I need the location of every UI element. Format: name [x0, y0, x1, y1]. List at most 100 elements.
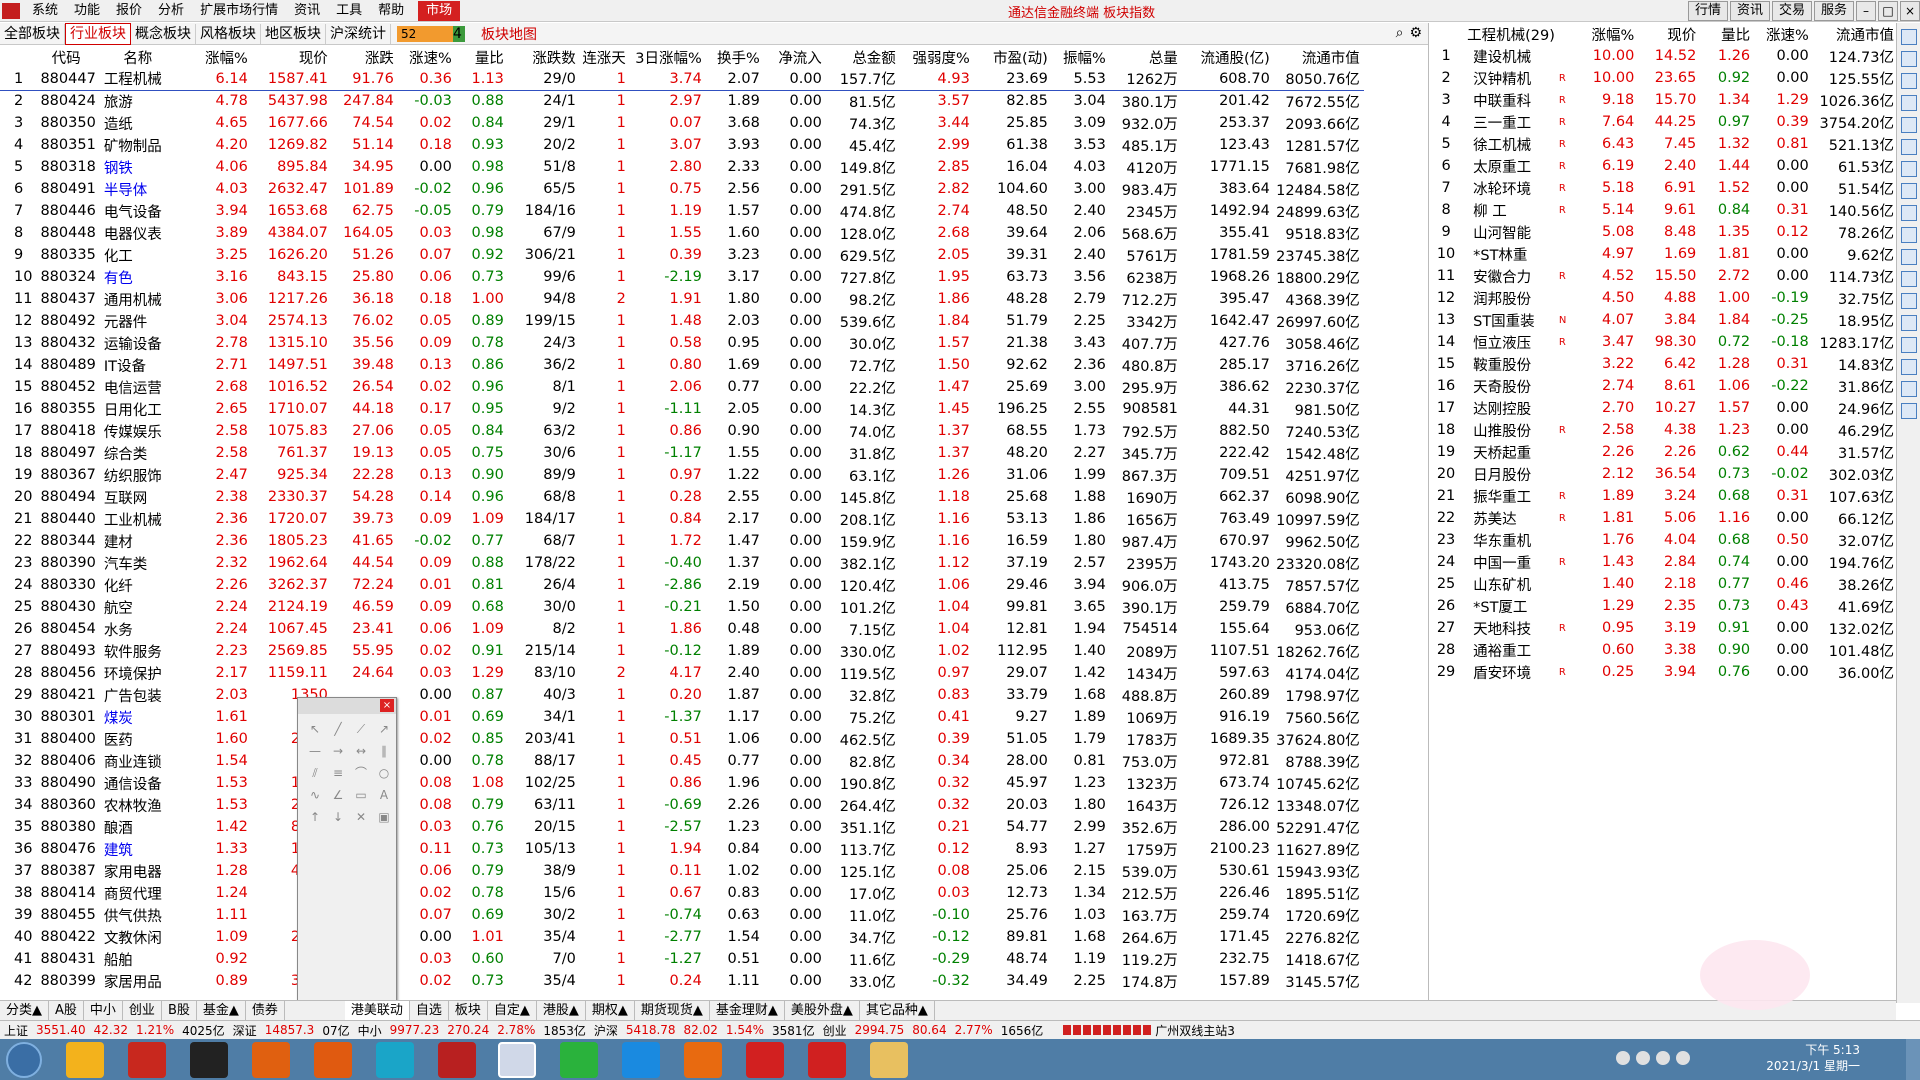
circle-icon[interactable]: ○ — [375, 764, 393, 782]
table-row[interactable]: 35880380酿酒1.4285740.030.7620/151-2.571.2… — [0, 816, 1364, 838]
constituent-row[interactable]: 26 *ST厦工 1.29 2.35 0.73 0.43 41.69亿 — [1429, 595, 1898, 617]
tab-all-boards[interactable]: 全部板块 — [0, 23, 65, 44]
table-row[interactable]: 36880476建筑1.3311180.110.73105/1311.940.8… — [0, 838, 1364, 860]
table-row[interactable]: 41880431船舶0.925860.030.607/01-1.270.510.… — [0, 948, 1364, 970]
column-header[interactable]: 涨幅% — [180, 46, 252, 68]
constituent-row[interactable]: 23 华东重机 1.76 4.04 0.68 0.50 32.07亿 — [1429, 529, 1898, 551]
tdx-app-icon[interactable] — [128, 1042, 166, 1078]
table-row[interactable]: 38880414商贸代理1.248920.020.7815/610.670.83… — [0, 882, 1364, 904]
table-row[interactable]: 3 880350 造纸 4.65 1677.66 74.54 0.02 0.84 29/1 1 0.… — [0, 112, 1364, 134]
hseg-icon[interactable]: ↔ — [352, 742, 370, 760]
ray-icon[interactable]: ⟋ — [352, 720, 370, 738]
app-icon[interactable] — [622, 1042, 660, 1078]
filter-icon[interactable] — [1901, 271, 1917, 287]
close-icon[interactable]: × — [380, 699, 394, 712]
column-header[interactable]: 市盈(动) — [974, 46, 1052, 68]
drawing-toolbox[interactable]: × ↖ ╱ ⟋ ↗ — → ↔ ∥ ⫽ ≡ ⌒ ○ ∿ ∠ ▭ A ↑ ↓ ✕ … — [297, 697, 397, 1017]
menu-extended-market[interactable]: 扩展市场行情 — [192, 0, 286, 22]
line-icon[interactable]: ╱ — [329, 720, 347, 738]
service-button[interactable]: 服务 — [1813, 1, 1854, 21]
column-header[interactable]: 流通市值 — [1274, 46, 1364, 68]
constituent-column-header[interactable]: 工程机械(29) — [1467, 23, 1559, 45]
constituent-row[interactable]: 14 恒立液压 R 3.47 98.30 0.72 -0.18 1283.17亿 — [1429, 331, 1898, 353]
hray-icon[interactable]: → — [329, 742, 347, 760]
constituent-row[interactable]: 18 山推股份 R 2.58 4.38 1.23 0.00 46.29亿 — [1429, 419, 1898, 441]
menu-system[interactable]: 系统 — [24, 0, 66, 22]
menu-news[interactable]: 资讯 — [286, 0, 328, 22]
table-row[interactable]: 31880400医药1.6026540.020.85203/4110.511.0… — [0, 728, 1364, 750]
constituent-row[interactable]: 8 柳 工 R 5.14 9.61 0.84 0.31 140.56亿 — [1429, 199, 1898, 221]
table-row[interactable]: 12 880492 元器件 3.04 2574.13 76.02 0.05 0.89 199/1… — [0, 310, 1364, 332]
down-arrow-icon[interactable]: ↓ — [329, 808, 347, 826]
table-row[interactable]: 23 880390 汽车类 2.32 1962.64 44.54 0.09 0.88 178/2… — [0, 552, 1364, 574]
tab-a-shares[interactable]: A股 — [49, 1001, 84, 1020]
table-row[interactable]: 27 880493 软件服务 2.23 2569.85 55.95 0.02 0.91 215/… — [0, 640, 1364, 662]
tab-sme[interactable]: 中小 — [84, 1001, 123, 1020]
column-header[interactable]: 代码 — [36, 46, 99, 68]
tab-custom[interactable]: 自定▲ — [488, 1001, 537, 1020]
board-map-link[interactable]: 板块地图 — [481, 24, 537, 44]
app-icon[interactable] — [376, 1042, 414, 1078]
constituent-row[interactable]: 12 润邦股份 4.50 4.88 1.00 -0.19 32.75亿 — [1429, 287, 1898, 309]
pointer-icon[interactable]: ↖ — [306, 720, 324, 738]
constituent-row[interactable]: 28 通裕重工 0.60 3.38 0.90 0.00 101.48亿 — [1429, 639, 1898, 661]
list-icon[interactable] — [1901, 95, 1917, 111]
table-row[interactable]: 2 880424 旅游 4.78 5437.98 247.84 -0.03 0.88 24/1 1… — [0, 90, 1364, 112]
table-row[interactable]: 39880455供气供热1.116690.070.6930/21-0.740.6… — [0, 904, 1364, 926]
lock-icon[interactable]: ▣ — [375, 808, 393, 826]
table-row[interactable]: 37880387家用电器1.2846180.060.7938/910.111.0… — [0, 860, 1364, 882]
firefox-app-icon[interactable] — [684, 1042, 722, 1078]
table-row[interactable]: 24 880330 化纤 2.26 3262.37 72.24 0.01 0.81 26/4 1 -… — [0, 574, 1364, 596]
column-header[interactable]: 现价 — [252, 46, 332, 68]
table-row[interactable]: 26 880454 水务 2.24 1067.45 23.41 0.06 1.09 8/2 1 1.… — [0, 618, 1364, 640]
up-arrow-icon[interactable]: ↑ — [306, 808, 324, 826]
search-icon[interactable]: ⌕ — [1396, 25, 1404, 41]
constituent-row[interactable]: 11 安徽合力 R 4.52 15.50 2.72 0.00 114.73亿 — [1429, 265, 1898, 287]
table-row[interactable]: 21 880440 工业机械 2.36 1720.07 39.73 0.09 1.09 184/… — [0, 508, 1364, 530]
tab-category[interactable]: 分类▲ — [0, 1001, 49, 1020]
table-row[interactable]: 9 880335 化工 3.25 1626.20 51.26 0.07 0.92 306/21 1… — [0, 244, 1364, 266]
table-row[interactable]: 16 880355 日用化工 2.65 1710.07 44.18 0.17 0.95 9/2 1… — [0, 398, 1364, 420]
tab-industry-boards[interactable]: 行业板块 — [65, 22, 131, 45]
table-row[interactable]: 29 880421 广告包装 2.03 1350 0.00 0.87 40/3 1 0.20 1.8… — [0, 684, 1364, 706]
table-row[interactable]: 7 880446 电气设备 3.94 1653.68 62.75 -0.05 0.79 184/… — [0, 200, 1364, 222]
column-header[interactable] — [0, 46, 36, 68]
constituent-row[interactable]: 16 天奇股份 2.74 8.61 1.06 -0.22 31.86亿 — [1429, 375, 1898, 397]
news-icon[interactable] — [1901, 227, 1917, 243]
constituent-row[interactable]: 9 山河智能 5.08 8.48 1.35 0.12 78.26亿 — [1429, 221, 1898, 243]
text-icon[interactable]: A — [375, 786, 393, 804]
constituent-row[interactable]: 5 徐工机械 R 6.43 7.45 1.32 0.81 521.13亿 — [1429, 133, 1898, 155]
app-icon[interactable] — [746, 1042, 784, 1078]
column-header[interactable]: 总金额 — [826, 46, 900, 68]
constituent-row[interactable]: 10 *ST林重 4.97 1.69 1.81 0.00 9.62亿 — [1429, 243, 1898, 265]
table-row[interactable]: 22 880344 建材 2.36 1805.23 41.65 -0.02 0.77 68/7 1… — [0, 530, 1364, 552]
app-icon[interactable] — [314, 1042, 352, 1078]
alert-icon[interactable] — [1901, 359, 1917, 375]
table-row[interactable]: 34880360农林牧渔1.5324540.080.7963/111-0.692… — [0, 794, 1364, 816]
user-icon[interactable] — [1901, 403, 1917, 419]
column-header[interactable]: 涨速% — [398, 46, 456, 68]
wechat-app-icon[interactable] — [560, 1042, 598, 1078]
table-row[interactable]: 4 880351 矿物制品 4.20 1269.82 51.14 0.18 0.93 20/2 1… — [0, 134, 1364, 156]
table-row[interactable]: 28 880456 环境保护 2.17 1159.11 24.64 0.03 1.29 83/1… — [0, 662, 1364, 684]
grid-icon[interactable] — [1901, 117, 1917, 133]
tab-futures[interactable]: 期货现货▲ — [635, 1001, 710, 1020]
chrome-app-icon[interactable] — [66, 1042, 104, 1078]
tray-icon[interactable] — [1616, 1051, 1630, 1065]
wps-app-icon[interactable] — [808, 1042, 846, 1078]
qq-app-icon[interactable] — [190, 1042, 228, 1078]
constituent-row[interactable]: 4 三一重工 R 7.64 44.25 0.97 0.39 3754.20亿 — [1429, 111, 1898, 133]
tab-us-foreign[interactable]: 美股外盘▲ — [785, 1001, 860, 1020]
column-header[interactable]: 3日涨幅% — [630, 46, 706, 68]
constituent-column-header[interactable]: 量比 — [1700, 23, 1754, 45]
volume-icon[interactable] — [1676, 1051, 1690, 1065]
table-row[interactable]: 1 880447 工程机械 6.14 1587.41 91.76 0.36 1.13 29/0 1… — [0, 68, 1364, 90]
kline-icon[interactable] — [1901, 161, 1917, 177]
minimize-icon[interactable]: – — [1856, 1, 1876, 21]
menu-function[interactable]: 功能 — [66, 0, 108, 22]
report-icon[interactable] — [1901, 249, 1917, 265]
table-row[interactable]: 33880490通信设备1.5315600.081.08102/2510.861… — [0, 772, 1364, 794]
tab-boards[interactable]: 板块 — [449, 1001, 488, 1020]
arrow-up-icon[interactable] — [1901, 29, 1917, 45]
table-row[interactable]: 20 880494 互联网 2.38 2330.37 54.28 0.14 0.96 68/8 1… — [0, 486, 1364, 508]
